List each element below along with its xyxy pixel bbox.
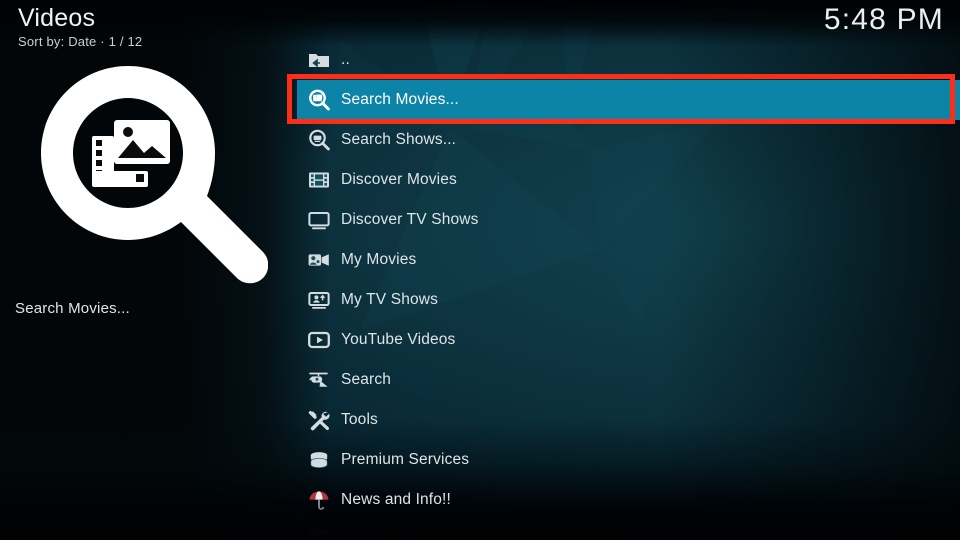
list-item[interactable]: YouTube Videos [297, 320, 960, 360]
list-item-label: My TV Shows [341, 291, 438, 308]
preview-label: Search Movies... [15, 300, 130, 317]
list-item[interactable]: Premium Services [297, 440, 960, 480]
list-item-label: Search [341, 371, 392, 388]
list-item-label: Premium Services [341, 451, 470, 468]
list-item[interactable]: Search [297, 360, 960, 400]
list-item[interactable]: Search Shows... [297, 120, 960, 160]
list-item-label: Search Shows... [341, 131, 457, 148]
person-tv-icon [297, 280, 341, 320]
coins-icon [297, 440, 341, 480]
sort-info: Sort by: Date · 1 / 12 [18, 34, 143, 49]
list-item-label: Change Log!! [341, 531, 436, 540]
kodi-screen: Videos Sort by: Date · 1 / 12 5:48 PM Se… [0, 0, 960, 540]
connection-icon [297, 520, 341, 540]
list-item[interactable]: Discover TV Shows [297, 200, 960, 240]
list-item[interactable]: My TV Shows [297, 280, 960, 320]
page-title: Videos [18, 4, 96, 32]
list-item[interactable]: News and Info!! [297, 480, 960, 520]
tv-monitor-icon [297, 200, 341, 240]
person-camcorder-icon [297, 240, 341, 280]
list-item-label: Discover Movies [341, 171, 457, 188]
youtube-play-icon [297, 320, 341, 360]
list-item[interactable]: My Movies [297, 240, 960, 280]
highlight-box [287, 74, 955, 124]
page-header: Videos Sort by: Date · 1 / 12 [18, 4, 142, 51]
search-movies-icon [32, 58, 268, 290]
film-strip-icon [297, 160, 341, 200]
list-item-label: .. [341, 51, 350, 68]
list-item[interactable]: Change Log!! [297, 520, 960, 540]
list-item-label: YouTube Videos [341, 331, 456, 348]
list-item-label: News and Info!! [341, 491, 451, 508]
list-item-label: Discover TV Shows [341, 211, 479, 228]
list-item-label: Tools [341, 411, 378, 428]
search-shows-icon [297, 120, 341, 160]
umbrella-icon [297, 480, 341, 520]
tools-icon [297, 400, 341, 440]
list-item[interactable]: Tools [297, 400, 960, 440]
list-item[interactable]: Discover Movies [297, 160, 960, 200]
list-item-label: My Movies [341, 251, 417, 268]
helicopter-icon [297, 360, 341, 400]
